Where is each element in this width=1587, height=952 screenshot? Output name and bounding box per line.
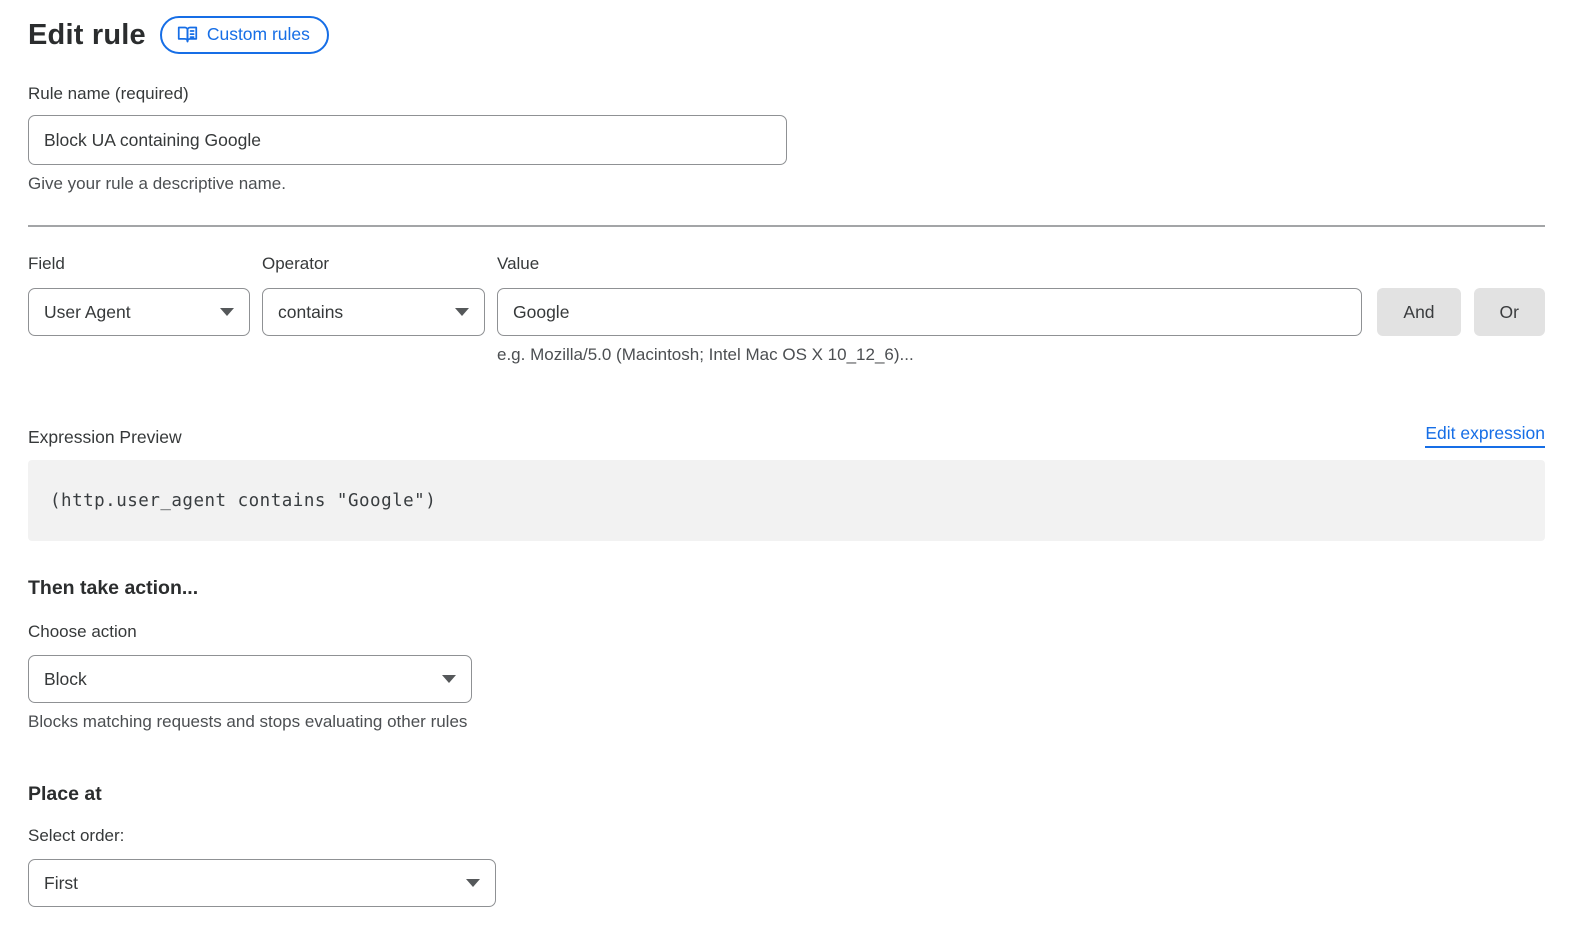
rule-name-input[interactable] <box>28 115 787 165</box>
field-label: Field <box>28 254 250 274</box>
action-select-value: Block <box>44 669 87 690</box>
order-select-value: First <box>44 873 78 894</box>
edit-expression-link[interactable]: Edit expression <box>1425 423 1545 448</box>
page-title: Edit rule <box>28 19 146 52</box>
order-select[interactable]: First <box>28 859 496 907</box>
field-select-value: User Agent <box>44 302 131 323</box>
value-input[interactable] <box>497 288 1362 336</box>
value-help-text: e.g. Mozilla/5.0 (Macintosh; Intel Mac O… <box>497 345 1362 365</box>
rule-name-label: Rule name (required) <box>28 84 1545 104</box>
section-divider <box>28 225 1545 227</box>
open-book-icon <box>177 24 198 45</box>
expression-preview-label: Expression Preview <box>28 427 182 448</box>
page-header: Edit rule Custom rules <box>28 16 1545 54</box>
expression-header-row: Expression Preview Edit expression <box>28 423 1545 448</box>
placement-section-heading: Place at <box>28 783 1545 806</box>
select-order-label: Select order: <box>28 826 1545 846</box>
field-column: Field User Agent <box>28 254 250 336</box>
operator-label: Operator <box>262 254 485 274</box>
choose-action-label: Choose action <box>28 622 1545 642</box>
and-or-buttons: And Or <box>1377 288 1545 336</box>
action-section-heading: Then take action... <box>28 577 1545 600</box>
chevron-down-icon <box>455 308 469 316</box>
action-help-text: Blocks matching requests and stops evalu… <box>28 712 1545 732</box>
value-column: Value e.g. Mozilla/5.0 (Macintosh; Intel… <box>497 254 1362 365</box>
expression-code: (http.user_agent contains "Google") <box>50 491 436 511</box>
rule-name-help-text: Give your rule a descriptive name. <box>28 174 1545 194</box>
value-label: Value <box>497 254 1362 274</box>
expression-preview-box: (http.user_agent contains "Google") <box>28 460 1545 541</box>
chevron-down-icon <box>442 675 456 683</box>
operator-select-value: contains <box>278 302 343 323</box>
chevron-down-icon <box>220 308 234 316</box>
operator-select[interactable]: contains <box>262 288 485 336</box>
operator-column: Operator contains <box>262 254 485 336</box>
field-select[interactable]: User Agent <box>28 288 250 336</box>
action-select[interactable]: Block <box>28 655 472 703</box>
edit-rule-form: Edit rule Custom rules Rule name (requir… <box>0 0 1587 907</box>
chevron-down-icon <box>466 879 480 887</box>
or-button[interactable]: Or <box>1474 288 1545 336</box>
custom-rules-docs-button[interactable]: Custom rules <box>160 16 329 54</box>
and-button[interactable]: And <box>1377 288 1460 336</box>
condition-builder-row: Field User Agent Operator contains Value… <box>28 254 1545 365</box>
custom-rules-docs-label: Custom rules <box>207 26 310 44</box>
